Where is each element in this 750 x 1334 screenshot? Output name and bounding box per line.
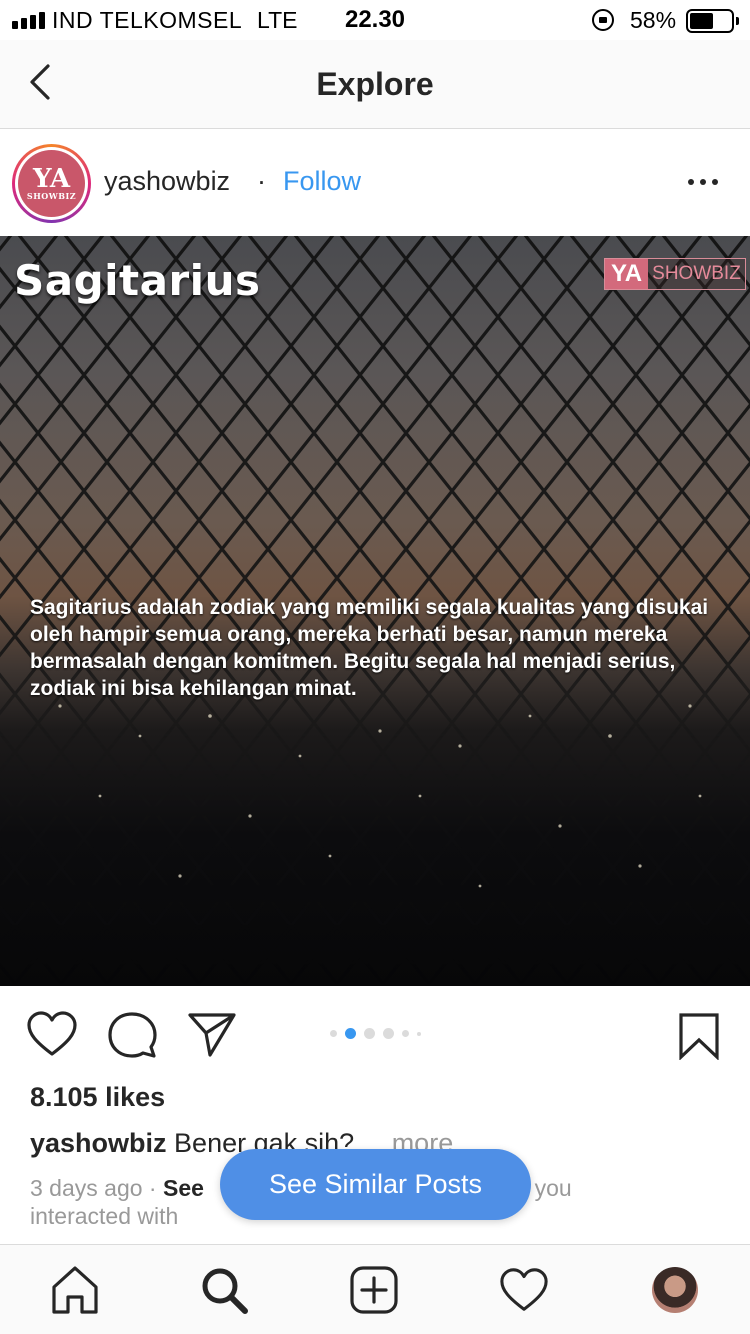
image-caption: Sagitarius adalah zodiak yang memiliki s… bbox=[30, 596, 709, 700]
page-title: Explore bbox=[316, 66, 434, 102]
profile-avatar[interactable] bbox=[652, 1267, 698, 1313]
meta-line-2: interacted with bbox=[30, 1203, 179, 1229]
battery-nub bbox=[736, 17, 739, 25]
heart-icon[interactable] bbox=[499, 1265, 549, 1315]
comment-bubble-icon[interactable] bbox=[107, 1010, 157, 1060]
heart-icon[interactable] bbox=[26, 1010, 78, 1058]
caption-username[interactable]: yashowbiz bbox=[30, 1128, 167, 1158]
post-timestamp: 3 days ago bbox=[30, 1175, 143, 1201]
post-actions bbox=[0, 986, 750, 1082]
battery-percent: 58% bbox=[630, 7, 677, 33]
carousel-dot bbox=[417, 1031, 421, 1036]
ellipsis-icon[interactable] bbox=[688, 172, 724, 192]
brand-logo: YA SHOWBIZ bbox=[18, 150, 85, 217]
navigation-bar: Explore bbox=[0, 40, 750, 129]
plus-square-icon[interactable] bbox=[349, 1265, 399, 1315]
carousel-dot bbox=[364, 1028, 375, 1039]
carousel-dot bbox=[330, 1030, 337, 1037]
avatar[interactable]: YA SHOWBIZ bbox=[12, 144, 91, 223]
meta-separator: · bbox=[142, 1175, 163, 1201]
like-count[interactable]: 8.105 likes bbox=[30, 1082, 165, 1113]
see-similar-posts-button[interactable]: See Similar Posts bbox=[220, 1149, 531, 1220]
carousel-dot bbox=[383, 1028, 394, 1039]
see-link[interactable]: See bbox=[163, 1175, 204, 1201]
separator-dot: · bbox=[257, 166, 266, 196]
carousel-indicator bbox=[330, 1028, 421, 1039]
post-username[interactable]: yashowbiz bbox=[104, 166, 230, 197]
image-title: Sagitarius bbox=[14, 256, 261, 305]
status-bar: IND TELKOMSEL LTE 22.30 58% bbox=[0, 0, 750, 40]
follow-button[interactable]: Follow bbox=[283, 166, 361, 197]
rotation-lock-icon bbox=[592, 9, 614, 31]
battery-icon bbox=[686, 9, 734, 33]
bookmark-icon[interactable] bbox=[678, 1012, 720, 1060]
paper-plane-icon[interactable] bbox=[187, 1010, 237, 1058]
search-icon[interactable] bbox=[199, 1265, 249, 1315]
carousel-dot bbox=[345, 1028, 356, 1039]
home-icon[interactable] bbox=[50, 1265, 100, 1315]
watermark-logo: YA SHOWBIZ bbox=[604, 258, 746, 290]
bottom-tab-bar bbox=[0, 1244, 750, 1334]
post-image[interactable]: Sagitarius YA SHOWBIZ Sagitarius adalah … bbox=[0, 236, 750, 986]
battery-level bbox=[690, 13, 714, 29]
post-header: YA SHOWBIZ yashowbiz · Follow bbox=[0, 130, 750, 236]
carousel-dot bbox=[402, 1030, 409, 1037]
